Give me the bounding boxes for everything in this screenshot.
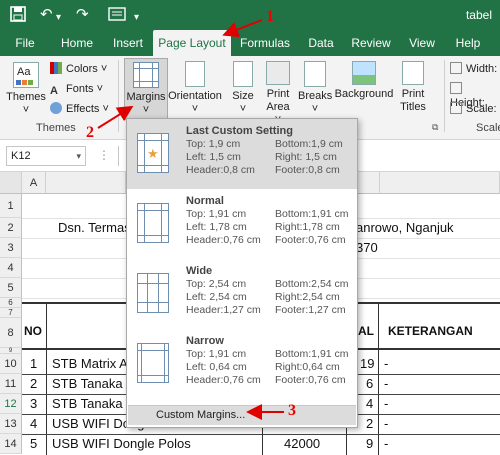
annotation-step-3: 3: [288, 402, 296, 419]
annotation-arrows: [97, 19, 284, 420]
arrow-to-page-layout: [222, 19, 263, 38]
arrow-to-margins: [97, 105, 134, 129]
annotation-step-1: 1: [266, 8, 274, 25]
annotation-step-2: 2: [86, 124, 94, 141]
